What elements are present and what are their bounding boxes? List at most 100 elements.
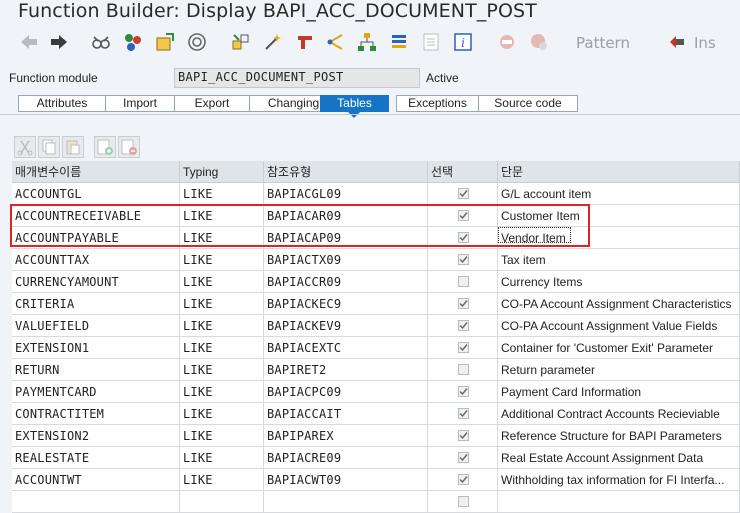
reference-type-cell[interactable]: BAPIACRE09 xyxy=(264,447,428,469)
parameter-name-cell[interactable]: CURRENCYAMOUNT xyxy=(12,271,180,293)
short-text-cell[interactable]: CO-PA Account Assignment Characteristics xyxy=(498,293,740,315)
table-row[interactable]: REALESTATE LIKE BAPIACRE09 Real Estate Acco… xyxy=(12,447,740,469)
table-row[interactable]: CONTRACTITEM LIKE BAPIACCAIT Additional Con… xyxy=(12,403,740,425)
short-text-cell[interactable]: Withholding tax information for FI Inter… xyxy=(498,469,740,491)
short-text-cell[interactable]: Payment Card Information xyxy=(498,381,740,403)
typing-cell[interactable]: LIKE xyxy=(180,249,264,271)
insert-row-icon[interactable] xyxy=(94,136,116,158)
column-header-parameter-name[interactable]: 매개변수이름 xyxy=(12,161,180,183)
typing-cell[interactable] xyxy=(180,491,264,513)
optional-checkbox[interactable] xyxy=(458,210,469,221)
optional-checkbox[interactable] xyxy=(458,298,469,309)
typing-cell[interactable]: LIKE xyxy=(180,227,264,249)
tab-import[interactable]: Import xyxy=(105,95,175,112)
table-row[interactable]: RETURN LIKE BAPIRET2 Return parameter xyxy=(12,359,740,381)
optional-cell[interactable] xyxy=(428,205,498,227)
parameter-name-cell[interactable]: CRITERIA xyxy=(12,293,180,315)
optional-checkbox[interactable] xyxy=(458,254,469,265)
parameter-name-cell[interactable]: ACCOUNTPAYABLE xyxy=(12,227,180,249)
parameter-name-cell[interactable]: EXTENSION2 xyxy=(12,425,180,447)
reference-type-cell[interactable]: BAPIACGL09 xyxy=(264,183,428,205)
typing-cell[interactable]: LIKE xyxy=(180,359,264,381)
short-text-cell[interactable] xyxy=(498,491,740,513)
short-text-cell[interactable]: Reference Structure for BAPI Parameters xyxy=(498,425,740,447)
typing-cell[interactable]: LIKE xyxy=(180,337,264,359)
function-module-field[interactable]: BAPI_ACC_DOCUMENT_POST xyxy=(174,68,420,88)
table-row[interactable]: ACCOUNTGL LIKE BAPIACGL09 G/L account item xyxy=(12,183,740,205)
optional-checkbox[interactable] xyxy=(458,430,469,441)
external-breakpoint-icon[interactable] xyxy=(528,31,550,53)
optional-cell[interactable] xyxy=(428,381,498,403)
typing-cell[interactable]: LIKE xyxy=(180,205,264,227)
copy-icon[interactable] xyxy=(38,136,60,158)
optional-checkbox[interactable] xyxy=(458,232,469,243)
optional-cell[interactable] xyxy=(428,315,498,337)
column-header-short-text[interactable]: 단문 xyxy=(498,161,740,183)
tab-exceptions[interactable]: Exceptions xyxy=(396,95,479,112)
short-text-cell[interactable]: Real Estate Account Assignment Data xyxy=(498,447,740,469)
back-icon[interactable] xyxy=(18,31,40,53)
optional-cell[interactable] xyxy=(428,359,498,381)
optional-cell[interactable] xyxy=(428,403,498,425)
paste-icon[interactable] xyxy=(62,136,84,158)
table-row[interactable] xyxy=(12,491,740,513)
typing-cell[interactable]: LIKE xyxy=(180,183,264,205)
activate-icon[interactable] xyxy=(154,31,176,53)
parameter-name-cell[interactable]: ACCOUNTGL xyxy=(12,183,180,205)
optional-checkbox[interactable] xyxy=(458,496,469,507)
typing-cell[interactable]: LIKE xyxy=(180,469,264,491)
column-header-typing[interactable]: Typing xyxy=(180,161,264,183)
pattern-button[interactable]: Pattern xyxy=(576,34,630,52)
table-row[interactable]: CURRENCYAMOUNT LIKE BAPIACCR09 Currency Ite… xyxy=(12,271,740,293)
table-row[interactable]: EXTENSION2 LIKE BAPIPAREX Reference Structu… xyxy=(12,425,740,447)
reference-type-cell[interactable]: BAPIACCR09 xyxy=(264,271,428,293)
reference-type-cell[interactable]: BAPIACAP09 xyxy=(264,227,428,249)
optional-cell[interactable] xyxy=(428,183,498,205)
object-list-icon[interactable] xyxy=(230,31,252,53)
parameter-name-cell[interactable]: VALUEFIELD xyxy=(12,315,180,337)
insert-button[interactable]: Ins xyxy=(694,34,716,52)
typing-cell[interactable]: LIKE xyxy=(180,271,264,293)
info-icon[interactable]: i xyxy=(452,31,474,53)
reference-type-cell[interactable] xyxy=(264,491,428,513)
pretty-printer-icon[interactable] xyxy=(294,31,316,53)
short-text-cell[interactable]: Additional Contract Accounts Recieviable xyxy=(498,403,740,425)
parameter-name-cell[interactable]: RETURN xyxy=(12,359,180,381)
reference-type-cell[interactable]: BAPIPAREX xyxy=(264,425,428,447)
optional-checkbox[interactable] xyxy=(458,342,469,353)
optional-checkbox[interactable] xyxy=(458,386,469,397)
short-text-cell[interactable]: Tax item xyxy=(498,249,740,271)
optional-checkbox[interactable] xyxy=(458,474,469,485)
optional-checkbox[interactable] xyxy=(458,276,469,287)
reference-type-cell[interactable]: BAPIACTX09 xyxy=(264,249,428,271)
glasses-icon[interactable] xyxy=(90,31,112,53)
optional-checkbox[interactable] xyxy=(458,452,469,463)
where-used-icon[interactable] xyxy=(186,31,208,53)
short-text-cell[interactable]: CO-PA Account Assignment Value Fields xyxy=(498,315,740,337)
optional-cell[interactable] xyxy=(428,491,498,513)
optional-cell[interactable] xyxy=(428,469,498,491)
optional-checkbox[interactable] xyxy=(458,188,469,199)
short-text-cell[interactable]: G/L account item xyxy=(498,183,740,205)
breakpoint-icon[interactable] xyxy=(496,31,518,53)
optional-checkbox[interactable] xyxy=(458,320,469,331)
stack-icon[interactable] xyxy=(388,31,410,53)
table-row[interactable]: PAYMENTCARD LIKE BAPIACPC09 Payment Card In… xyxy=(12,381,740,403)
reference-type-cell[interactable]: BAPIACWT09 xyxy=(264,469,428,491)
parameter-name-cell[interactable]: ACCOUNTTAX xyxy=(12,249,180,271)
parameter-name-cell[interactable]: ACCOUNTWT xyxy=(12,469,180,491)
short-text-cell[interactable]: Customer Item xyxy=(498,205,740,227)
optional-cell[interactable] xyxy=(428,425,498,447)
table-row[interactable]: ACCOUNTRECEIVABLE LIKE BAPIACAR09 Customer … xyxy=(12,205,740,227)
tab-source-code[interactable]: Source code xyxy=(478,95,578,112)
table-row[interactable]: VALUEFIELD LIKE BAPIACKEV9 CO-PA Account As… xyxy=(12,315,740,337)
parameter-name-cell[interactable]: ACCOUNTRECEIVABLE xyxy=(12,205,180,227)
parameter-name-cell[interactable]: EXTENSION1 xyxy=(12,337,180,359)
optional-cell[interactable] xyxy=(428,293,498,315)
hierarchy-icon[interactable] xyxy=(356,31,378,53)
optional-cell[interactable] xyxy=(428,271,498,293)
short-text-cell[interactable]: Container for 'Customer Exit' Parameter xyxy=(498,337,740,359)
reference-type-cell[interactable]: BAPIACEXTC xyxy=(264,337,428,359)
tab-tables[interactable]: Tables xyxy=(320,95,389,112)
optional-cell[interactable] xyxy=(428,227,498,249)
